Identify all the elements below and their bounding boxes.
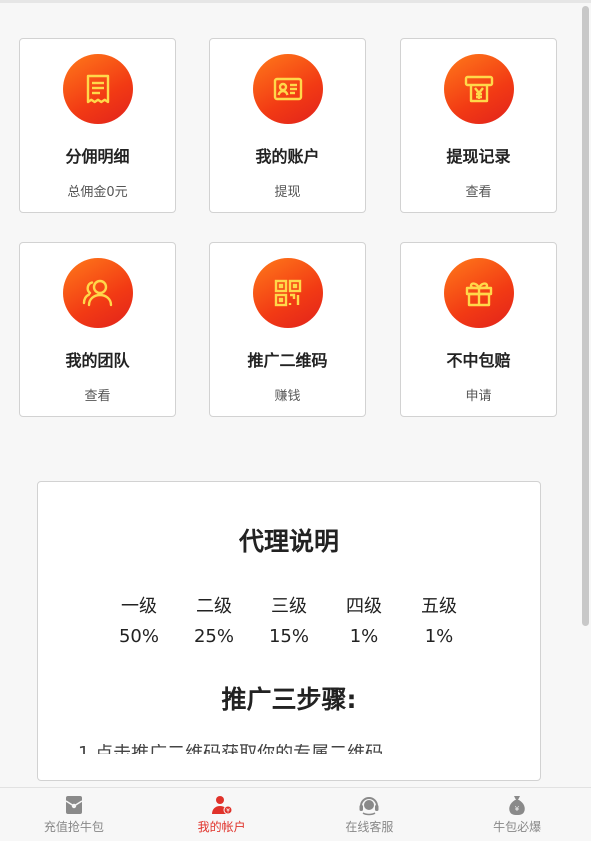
qrcode-icon [252, 258, 323, 328]
card-my-team[interactable]: 我的团队 查看 [19, 242, 176, 417]
level-item: 一级 50% [114, 592, 164, 647]
level-percent: 50% [118, 626, 159, 647]
top-divider [0, 0, 591, 3]
card-commission-detail[interactable]: 分佣明细 总佣金0元 [19, 38, 176, 213]
level-item: 四级 1% [339, 592, 389, 647]
svg-text:¥: ¥ [515, 805, 520, 813]
agent-info-panel: 代理说明 一级 50% 二级 25% 三级 15% 四级 1% 五级 1% 推广… [37, 481, 541, 781]
user-icon: ¥ [211, 796, 233, 815]
id-card-icon [252, 54, 323, 124]
level-percent: 1% [349, 626, 379, 647]
level-percent: 1% [424, 626, 454, 647]
card-title: 推广二维码 [247, 351, 328, 370]
card-subtitle: 查看 [465, 185, 492, 200]
card-title: 提现记录 [446, 147, 511, 166]
card-title: 我的账户 [255, 147, 320, 166]
level-percent: 25% [193, 626, 234, 647]
card-title: 分佣明细 [65, 147, 130, 166]
level-item: 五级 1% [414, 592, 464, 647]
tab-label: 牛包必爆 [493, 820, 542, 834]
money-bag-icon: ¥ [509, 796, 525, 815]
headset-icon [359, 797, 379, 816]
level-name: 五级 [421, 596, 457, 617]
promo-steps-title: 推广三步骤: [221, 685, 357, 714]
agent-info-title: 代理说明 [238, 527, 339, 556]
card-loss-compensation[interactable]: 不中包赔 申请 [400, 242, 557, 417]
tab-lucky-bag[interactable]: ¥ 牛包必爆 [443, 788, 591, 841]
tab-label: 我的帐户 [197, 820, 246, 834]
level-name: 二级 [196, 596, 232, 617]
tab-recharge[interactable]: 充值抢牛包 [0, 788, 148, 841]
level-item: 二级 25% [189, 592, 239, 647]
gift-icon [443, 258, 514, 328]
card-title: 我的团队 [65, 351, 130, 370]
card-promo-qrcode[interactable]: 推广二维码 赚钱 [209, 242, 366, 417]
card-subtitle: 提现 [274, 185, 301, 200]
tab-label: 充值抢牛包 [43, 820, 104, 834]
level-name: 三级 [271, 596, 307, 617]
level-percent: 15% [268, 626, 309, 647]
withdraw-yen-icon [443, 54, 514, 124]
team-icon [62, 258, 133, 328]
tab-label: 在线客服 [345, 820, 394, 834]
card-title: 不中包赔 [446, 351, 511, 370]
card-subtitle: 总佣金0元 [67, 185, 128, 200]
card-my-account[interactable]: 我的账户 提现 [209, 38, 366, 213]
scrollbar[interactable] [582, 6, 589, 626]
card-subtitle: 申请 [465, 389, 492, 404]
tab-my-account[interactable]: ¥ 我的帐户 [148, 788, 296, 841]
red-packet-icon [65, 796, 83, 814]
level-item: 三级 15% [264, 592, 314, 647]
card-subtitle: 查看 [84, 389, 111, 404]
promo-step-text: 1.点击推广二维码获取你的专属二维码 [78, 744, 383, 754]
card-subtitle: 赚钱 [274, 389, 301, 404]
level-name: 一级 [121, 596, 157, 617]
receipt-icon [62, 54, 133, 124]
svg-text:¥: ¥ [226, 808, 230, 815]
tab-customer-service[interactable]: 在线客服 [296, 788, 444, 841]
card-withdraw-records[interactable]: 提现记录 查看 [400, 38, 557, 213]
level-name: 四级 [346, 596, 382, 617]
bottom-tab-bar: 充值抢牛包 ¥ 我的帐户 在线客服 ¥ 牛包必爆 [0, 787, 591, 841]
commission-levels: 一级 50% 二级 25% 三级 15% 四级 1% 五级 1% [114, 592, 464, 647]
